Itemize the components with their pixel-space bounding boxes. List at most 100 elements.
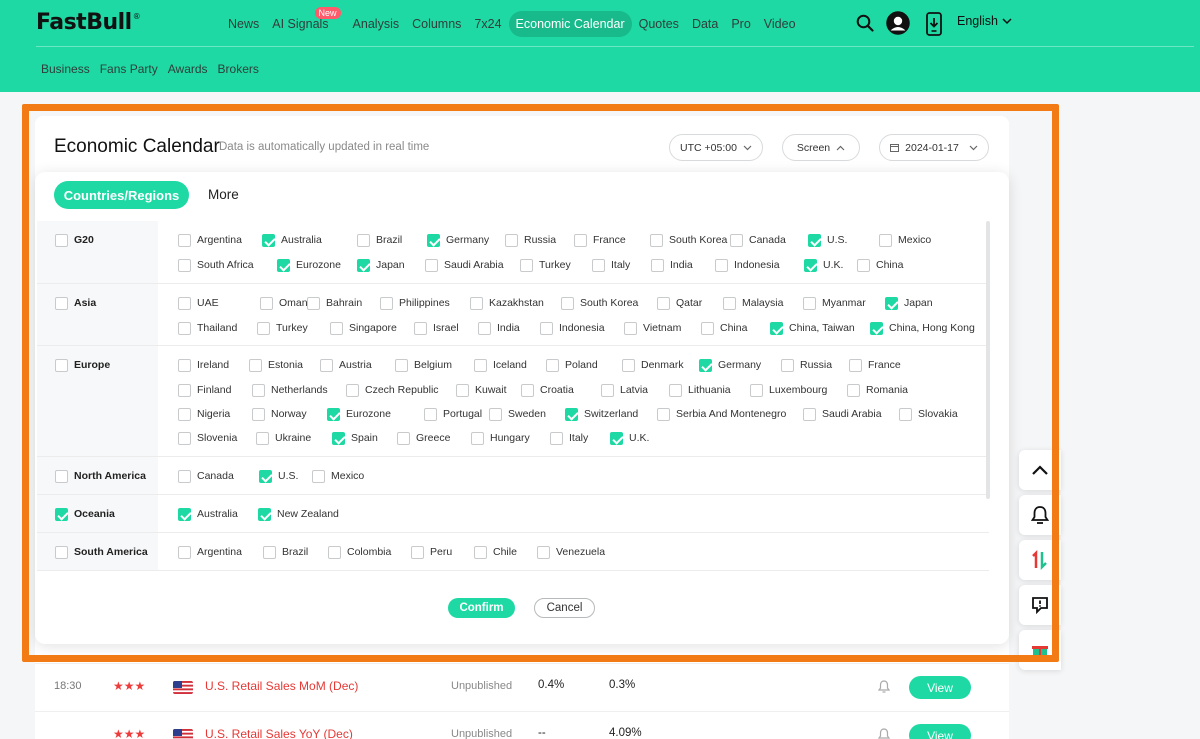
country-checkbox[interactable]: [870, 322, 883, 335]
country-checkbox[interactable]: [397, 432, 410, 445]
group-checkbox-europe[interactable]: [55, 359, 68, 372]
country-checkbox[interactable]: [750, 384, 763, 397]
country-checkbox[interactable]: [178, 234, 191, 247]
country-checkbox[interactable]: [540, 322, 553, 335]
screen-filter-button[interactable]: Screen: [782, 134, 860, 161]
country-checkbox[interactable]: [178, 322, 191, 335]
country-checkbox[interactable]: [178, 432, 191, 445]
event-name-link[interactable]: U.S. Retail Sales YoY (Dec): [205, 727, 353, 739]
nav-item-7x24[interactable]: 7x24: [468, 11, 507, 37]
filter-scrollbar[interactable]: [986, 221, 990, 499]
country-checkbox[interactable]: [178, 470, 191, 483]
country-checkbox[interactable]: [411, 546, 424, 559]
country-checkbox[interactable]: [730, 234, 743, 247]
bell-icon[interactable]: [877, 680, 891, 698]
country-checkbox[interactable]: [803, 297, 816, 310]
country-checkbox[interactable]: [424, 408, 437, 421]
country-checkbox[interactable]: [657, 408, 670, 421]
country-checkbox[interactable]: [899, 408, 912, 421]
country-checkbox[interactable]: [847, 384, 860, 397]
country-checkbox[interactable]: [546, 359, 559, 372]
country-checkbox[interactable]: [320, 359, 333, 372]
country-checkbox[interactable]: [505, 234, 518, 247]
country-checkbox[interactable]: [474, 359, 487, 372]
nav-item-quotes[interactable]: Quotes: [633, 11, 685, 37]
country-checkbox[interactable]: [520, 259, 533, 272]
country-checkbox[interactable]: [332, 432, 345, 445]
country-checkbox[interactable]: [885, 297, 898, 310]
country-checkbox[interactable]: [263, 546, 276, 559]
country-checkbox[interactable]: [312, 470, 325, 483]
country-checkbox[interactable]: [701, 322, 714, 335]
country-checkbox[interactable]: [330, 322, 343, 335]
country-checkbox[interactable]: [178, 546, 191, 559]
nav-item-analysis[interactable]: Analysis: [347, 11, 406, 37]
country-checkbox[interactable]: [257, 322, 270, 335]
country-checkbox[interactable]: [657, 297, 670, 310]
country-checkbox[interactable]: [804, 259, 817, 272]
country-checkbox[interactable]: [252, 408, 265, 421]
country-checkbox[interactable]: [471, 432, 484, 445]
country-checkbox[interactable]: [699, 359, 712, 372]
language-selector[interactable]: English: [957, 14, 1012, 28]
scroll-top-button[interactable]: [1019, 450, 1061, 490]
country-checkbox[interactable]: [808, 234, 821, 247]
group-checkbox-south-america[interactable]: [55, 546, 68, 559]
country-checkbox[interactable]: [669, 384, 682, 397]
country-checkbox[interactable]: [474, 546, 487, 559]
country-checkbox[interactable]: [178, 384, 191, 397]
nav-item-pro[interactable]: Pro: [725, 11, 756, 37]
country-checkbox[interactable]: [178, 359, 191, 372]
country-checkbox[interactable]: [178, 297, 191, 310]
country-checkbox[interactable]: [346, 384, 359, 397]
country-checkbox[interactable]: [456, 384, 469, 397]
alerts-button[interactable]: [1019, 495, 1061, 535]
country-checkbox[interactable]: [489, 408, 502, 421]
country-checkbox[interactable]: [601, 384, 614, 397]
country-checkbox[interactable]: [260, 297, 273, 310]
country-checkbox[interactable]: [256, 432, 269, 445]
country-checkbox[interactable]: [258, 508, 271, 521]
country-checkbox[interactable]: [592, 259, 605, 272]
nav-item-video[interactable]: Video: [758, 11, 802, 37]
country-checkbox[interactable]: [770, 322, 783, 335]
country-checkbox[interactable]: [803, 408, 816, 421]
country-checkbox[interactable]: [178, 259, 191, 272]
country-checkbox[interactable]: [252, 384, 265, 397]
country-checkbox[interactable]: [561, 297, 574, 310]
country-checkbox[interactable]: [478, 322, 491, 335]
view-button[interactable]: View: [909, 724, 971, 739]
country-checkbox[interactable]: [259, 470, 272, 483]
subnav-item-awards[interactable]: Awards: [163, 60, 213, 78]
group-checkbox-asia[interactable]: [55, 297, 68, 310]
fastbull-logo[interactable]: FastBull®: [36, 10, 141, 35]
country-checkbox[interactable]: [178, 408, 191, 421]
country-checkbox[interactable]: [327, 408, 340, 421]
country-checkbox[interactable]: [178, 508, 191, 521]
country-checkbox[interactable]: [781, 359, 794, 372]
country-checkbox[interactable]: [262, 234, 275, 247]
group-checkbox-north-america[interactable]: [55, 470, 68, 483]
timezone-selector[interactable]: UTC +05:00: [669, 134, 763, 161]
subnav-item-business[interactable]: Business: [36, 60, 95, 78]
country-checkbox[interactable]: [610, 432, 623, 445]
user-avatar-icon[interactable]: [886, 11, 910, 35]
nav-item-columns[interactable]: Columns: [406, 11, 467, 37]
tab-more[interactable]: More: [208, 187, 239, 202]
subnav-item-brokers[interactable]: Brokers: [213, 60, 264, 78]
country-checkbox[interactable]: [650, 234, 663, 247]
gift-button[interactable]: [1019, 630, 1061, 670]
country-checkbox[interactable]: [565, 408, 578, 421]
download-app-icon[interactable]: [925, 11, 943, 36]
group-checkbox-g20[interactable]: [55, 234, 68, 247]
country-checkbox[interactable]: [715, 259, 728, 272]
country-checkbox[interactable]: [574, 234, 587, 247]
country-checkbox[interactable]: [622, 359, 635, 372]
country-checkbox[interactable]: [425, 259, 438, 272]
quotes-button[interactable]: [1019, 540, 1061, 580]
country-checkbox[interactable]: [470, 297, 483, 310]
feedback-button[interactable]: [1019, 585, 1061, 625]
country-checkbox[interactable]: [395, 359, 408, 372]
date-picker[interactable]: 2024-01-17: [879, 134, 989, 161]
search-icon[interactable]: [855, 13, 875, 33]
